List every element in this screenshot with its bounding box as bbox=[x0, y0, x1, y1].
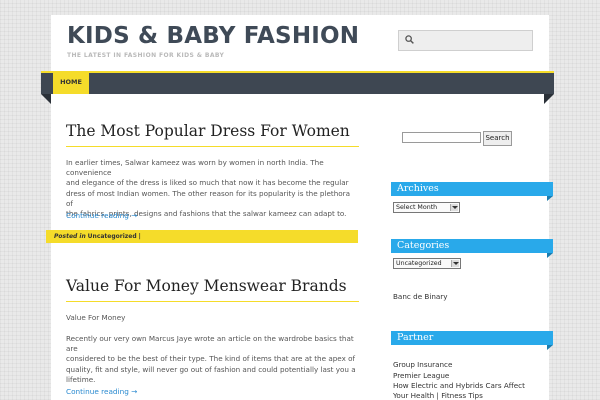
excerpt-line: In earlier times, Salwar kameez was worn… bbox=[66, 158, 324, 178]
nav-home-tab[interactable]: HOME bbox=[53, 71, 89, 94]
site-tagline: THE LATEST IN FASHION FOR KIDS & BABY bbox=[67, 52, 225, 59]
archives-select[interactable]: Select Month bbox=[393, 202, 460, 213]
categories-select-value: Uncategorized bbox=[396, 260, 442, 267]
excerpt-line: Recently our very own Marcus Jaye wrote … bbox=[66, 334, 354, 354]
main-navigation bbox=[41, 71, 554, 94]
categories-widget-title: Categories bbox=[391, 239, 553, 258]
header-search-input[interactable] bbox=[398, 30, 533, 51]
archives-widget-title: Archives bbox=[391, 182, 553, 201]
partner-widget-title: Partner bbox=[391, 331, 553, 350]
archives-select-value: Select Month bbox=[396, 204, 438, 211]
continue-reading-link-2[interactable]: Continue reading → bbox=[66, 387, 137, 396]
search-icon bbox=[405, 35, 414, 44]
meta-category-link[interactable]: Uncategorized bbox=[88, 233, 137, 240]
meta-posted-label: Posted in bbox=[54, 233, 86, 240]
chevron-down-icon bbox=[451, 260, 459, 267]
sidebar-search-button[interactable]: Search bbox=[483, 131, 512, 146]
nav-ribbon-right bbox=[544, 94, 554, 104]
excerpt-line: and elegance of the dress is liked so mu… bbox=[66, 178, 349, 188]
post-title-2[interactable]: Value For Money Menswear Brands bbox=[66, 277, 347, 295]
excerpt-line: considered to be the best of their type.… bbox=[66, 354, 356, 364]
sidebar-search-input[interactable] bbox=[402, 132, 481, 143]
partner-link[interactable]: Premier League bbox=[393, 371, 449, 381]
excerpt-line: quality, fit and style, will never go ou… bbox=[66, 364, 356, 374]
partner-link[interactable]: Group Insurance bbox=[393, 360, 452, 370]
continue-reading-link-1[interactable]: Continue reading → bbox=[66, 211, 137, 220]
text-widget: Banc de Binary bbox=[393, 292, 448, 301]
meta-separator: | bbox=[138, 233, 141, 240]
chevron-down-icon bbox=[450, 204, 458, 211]
title-divider bbox=[66, 301, 359, 302]
post-meta-bar: Posted in Uncategorized | bbox=[46, 230, 358, 243]
excerpt-line: dress of most Indian women. The other re… bbox=[66, 188, 351, 208]
site-title[interactable]: KIDS & BABY FASHION bbox=[67, 23, 359, 49]
excerpt-line: lifetime. bbox=[66, 374, 96, 384]
post-excerpt-2: Recently our very own Marcus Jaye wrote … bbox=[66, 334, 359, 385]
partner-link[interactable]: How Electric and Hybrids Cars Affect bbox=[393, 381, 525, 391]
post-title-1[interactable]: The Most Popular Dress For Women bbox=[66, 122, 350, 140]
categories-select[interactable]: Uncategorized bbox=[393, 258, 461, 269]
partner-link[interactable]: Your Health | Fitness Tips bbox=[393, 391, 483, 400]
title-divider bbox=[66, 146, 359, 147]
post-intro-2: Value For Money bbox=[66, 313, 126, 322]
nav-ribbon-left bbox=[41, 94, 51, 104]
